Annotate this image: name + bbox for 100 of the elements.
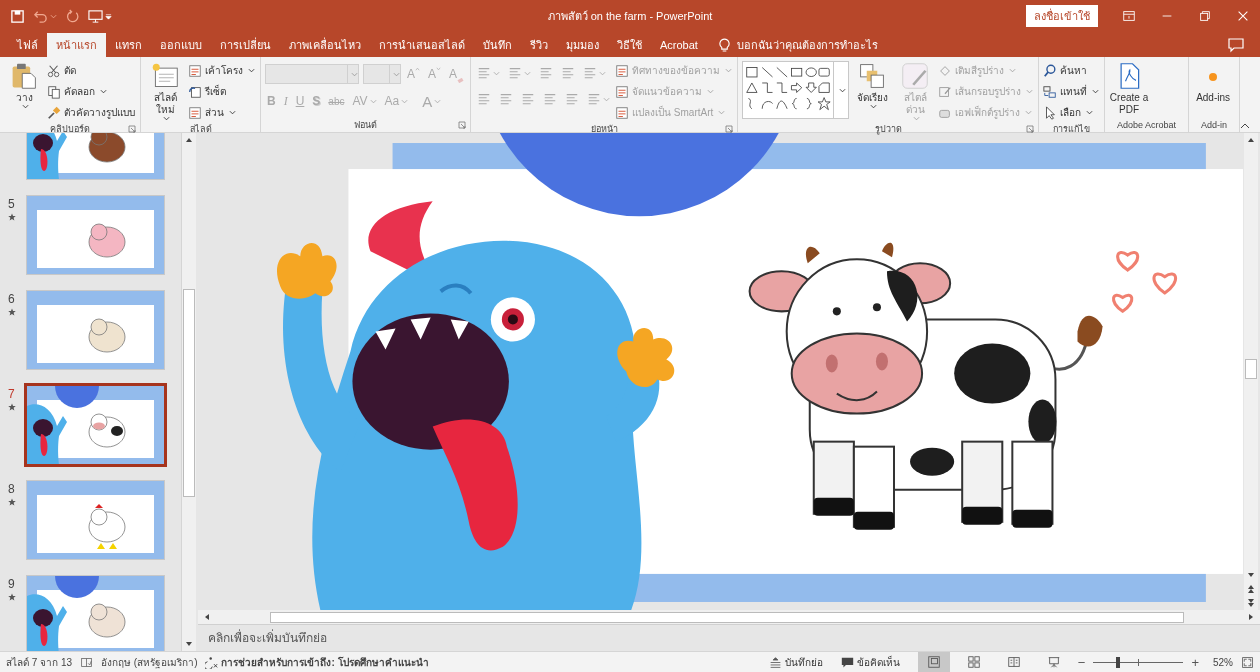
scissors-icon: [47, 63, 61, 78]
ribbon-button[interactable]: คัดลอก: [47, 82, 136, 101]
caret-icon: [524, 70, 532, 76]
caret-icon: [229, 110, 236, 115]
accessibility-icon[interactable]: [205, 655, 219, 669]
ribbon-button[interactable]: ค้นหา: [1043, 61, 1101, 80]
ribbon-tab[interactable]: บันทึก: [474, 33, 521, 57]
caret-icon: [1092, 89, 1100, 94]
comment-icon[interactable]: [1228, 36, 1244, 53]
ribbon-button[interactable]: รีเซ็ต: [188, 82, 256, 101]
ribbon-tab[interactable]: ภาพเคลื่อนไหว: [280, 33, 370, 57]
group-label: Adobe Acrobat: [1117, 120, 1177, 130]
align-right-icon: [521, 92, 536, 106]
ribbon-tab[interactable]: วิธีใช้: [608, 33, 651, 57]
zoom-slider-thumb[interactable]: [1115, 657, 1120, 668]
customize-icon[interactable]: [105, 12, 112, 20]
sign-in-button[interactable]: ลงชื่อเข้าใช้: [1026, 5, 1098, 27]
language-label[interactable]: อังกฤษ (สหรัฐอเมริกา): [101, 654, 198, 670]
group-label: คลิปบอร์ด: [50, 123, 90, 136]
zoom-in-button[interactable]: +: [1191, 654, 1199, 670]
caret-icon: [1025, 110, 1033, 115]
slideshow-icon[interactable]: [88, 8, 103, 24]
caret-icon: [369, 98, 377, 104]
redo-icon[interactable]: [65, 8, 80, 24]
ribbon-tab[interactable]: หน้าแรก: [47, 33, 106, 57]
ribbon-button[interactable]: ส่วน: [188, 103, 256, 122]
new-slide-icon: [151, 62, 179, 90]
dot-icon: [1209, 73, 1218, 81]
restore-icon[interactable]: [1198, 9, 1212, 23]
layout-icon: [188, 63, 202, 78]
slide-number: 5: [8, 197, 15, 211]
ribbon-tab[interactable]: Acrobat: [651, 33, 707, 57]
zoom-level[interactable]: 52%: [1213, 656, 1233, 668]
shape-gallery[interactable]: [742, 61, 850, 119]
reset-icon: [188, 84, 202, 99]
accessibility-status[interactable]: การช่วยสำหรับการเข้าถึง: โปรดศึกษาคำแนะนำ: [221, 654, 429, 670]
scrollbar-thumb[interactable]: [1245, 359, 1257, 379]
ribbon-button[interactable]: วาง: [4, 61, 44, 109]
caret-icon: [434, 98, 442, 104]
ribbon-display-icon[interactable]: [1122, 9, 1136, 23]
quick-styles-icon: [901, 62, 930, 90]
ribbon-button[interactable]: เลือก: [1043, 103, 1101, 122]
caret-icon: [838, 87, 846, 93]
ribbon-tab[interactable]: ออกแบบ: [151, 33, 211, 57]
caret-icon: [603, 96, 611, 102]
caret-icon: [392, 71, 400, 77]
decrease-indent-icon: [539, 66, 554, 80]
slide-number: 9: [8, 577, 15, 591]
slide-sorter-icon: [966, 655, 981, 669]
ribbon-button[interactable]: จัดเรียง: [852, 61, 893, 109]
dialog-launcher-icon[interactable]: [458, 121, 467, 129]
normal-view-button[interactable]: [917, 652, 950, 672]
previous-slide-icon[interactable]: [1246, 584, 1256, 594]
zoom-out-button[interactable]: −: [1077, 654, 1086, 670]
distribute-icon: [565, 92, 580, 106]
caret-icon: [1026, 89, 1034, 94]
caret-icon: [248, 68, 255, 73]
normal-view-icon: [926, 655, 941, 669]
align-center-icon: [499, 92, 514, 106]
ribbon-button[interactable]: ตัวคัดวางรูปแบบ: [47, 103, 136, 122]
fit-to-window-icon[interactable]: [1241, 655, 1254, 669]
ribbon-button[interactable]: แทนที่: [1043, 82, 1101, 101]
increase-indent-icon: [561, 66, 576, 80]
scrollbar-thumb[interactable]: [183, 289, 195, 497]
caret-icon: [100, 89, 107, 94]
next-slide-icon[interactable]: [1246, 598, 1256, 608]
dialog-launcher-icon[interactable]: [1026, 125, 1035, 133]
ribbon-tab[interactable]: มุมมอง: [557, 33, 608, 57]
group-label: รูปวาด: [874, 123, 902, 136]
collapse-ribbon-icon[interactable]: [1240, 123, 1250, 129]
ribbon-button[interactable]: Add-ins: [1193, 61, 1234, 104]
ribbon-tab[interactable]: รีวิว: [521, 33, 557, 57]
scrollbar-thumb[interactable]: [270, 611, 1184, 623]
ribbon-button[interactable]: สไลด์ ใหม่: [145, 61, 185, 121]
notes-button[interactable]: บันทึกย่อ: [768, 654, 823, 670]
caret-icon: [21, 104, 29, 109]
ribbon-tab[interactable]: ไฟล์: [8, 33, 47, 57]
justify-icon: [543, 92, 558, 106]
ribbon-tab[interactable]: การนำเสนอสไลด์: [370, 33, 474, 57]
search-icon: [1043, 63, 1058, 78]
ribbon-button[interactable]: เค้าโครง: [188, 61, 256, 80]
dialog-launcher-icon[interactable]: [128, 125, 136, 133]
caret-icon: [707, 89, 715, 94]
caret-icon: [718, 110, 726, 115]
comments-button[interactable]: ข้อคิดเห็น: [840, 654, 900, 670]
slide-number: 7: [8, 387, 15, 401]
group-label: ย่อหน้า: [590, 123, 618, 136]
slide-thumbnail[interactable]: [24, 383, 167, 467]
tell-me-field[interactable]: บอกฉันว่าคุณต้องการทำอะไร: [734, 38, 929, 52]
caret-icon: [599, 70, 607, 76]
spelling-icon[interactable]: [80, 655, 94, 669]
copy-icon: [47, 84, 61, 99]
dialog-launcher-icon[interactable]: [725, 125, 734, 133]
ribbon-button[interactable]: ตัด: [47, 61, 136, 80]
ribbon-tab[interactable]: แทรก: [106, 33, 151, 57]
caret-icon[interactable]: [50, 12, 57, 20]
ribbon-tab[interactable]: การเปลี่ยน: [211, 33, 280, 57]
save-icon[interactable]: [10, 8, 25, 24]
ribbon-button[interactable]: Create a PDF: [1109, 61, 1150, 116]
close-icon[interactable]: [1236, 9, 1250, 23]
